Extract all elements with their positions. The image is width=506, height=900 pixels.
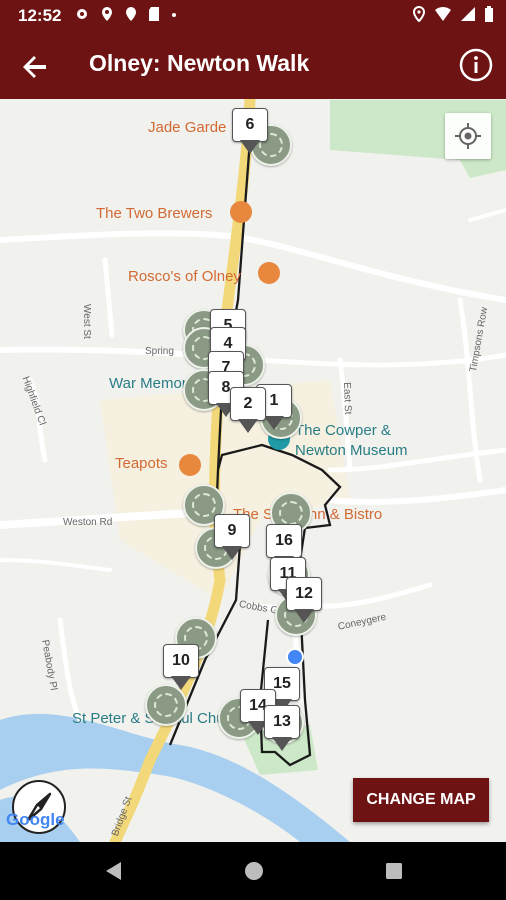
point-of-interest-badge[interactable] xyxy=(145,684,187,726)
status-left-icons xyxy=(74,6,178,22)
wifi-icon xyxy=(435,6,451,21)
marker-number: 6 xyxy=(232,108,268,142)
marker-pin xyxy=(171,676,191,690)
place-label[interactable]: The Two Brewers xyxy=(96,205,212,222)
street-label: East St xyxy=(341,382,354,415)
battery-icon xyxy=(485,6,493,22)
cafe-icon[interactable] xyxy=(258,262,280,284)
walk-stop-marker[interactable]: 10 xyxy=(163,644,199,690)
place-label[interactable]: Teapots xyxy=(115,455,168,472)
gear-icon xyxy=(77,9,87,19)
walk-stop-marker[interactable]: 9 xyxy=(214,514,250,560)
street-label: Spring xyxy=(145,346,174,357)
app-bar: Olney: Newton Walk xyxy=(0,32,506,99)
marker-pin xyxy=(222,546,242,560)
dot-icon xyxy=(172,13,176,17)
marker-number: 12 xyxy=(286,577,322,611)
nav-back-button[interactable] xyxy=(103,860,123,887)
map-view[interactable]: Jade Garde The Two Brewers Rosco's of Ol… xyxy=(0,99,506,842)
sd-card-icon xyxy=(149,7,159,21)
change-map-button[interactable]: CHANGE MAP xyxy=(353,778,489,822)
marker-number: 2 xyxy=(230,387,266,421)
status-right-icons xyxy=(412,6,494,22)
marker-pin xyxy=(240,140,260,154)
arrow-left-icon xyxy=(23,56,46,78)
marker-pin xyxy=(294,609,314,623)
marker-pin xyxy=(238,419,258,433)
street-label: West St xyxy=(81,304,92,339)
signal-icon xyxy=(461,7,475,21)
marker-pin xyxy=(272,737,292,751)
navigation-bar xyxy=(0,842,506,900)
walk-stop-marker[interactable]: 6 xyxy=(232,108,268,154)
place-label[interactable]: The Cowper & xyxy=(295,422,391,439)
nav-home-button[interactable] xyxy=(243,860,265,887)
street-label: Weston Rd xyxy=(63,517,113,528)
place-label[interactable]: Rosco's of Olney xyxy=(128,268,241,285)
bar-icon[interactable] xyxy=(230,201,252,223)
marker-pin xyxy=(264,416,284,430)
page-title: Olney: Newton Walk xyxy=(89,50,310,76)
my-location-button[interactable] xyxy=(445,113,491,159)
cafe-icon[interactable] xyxy=(179,454,201,476)
status-time: 12:52 xyxy=(18,6,62,25)
nav-home-icon xyxy=(245,862,263,880)
location-icon xyxy=(412,6,426,22)
my-location-icon xyxy=(455,123,481,149)
marker-number: 10 xyxy=(163,644,199,678)
back-button[interactable] xyxy=(18,48,54,84)
nav-back-icon xyxy=(106,862,121,880)
info-button[interactable] xyxy=(458,47,494,83)
nav-recents-button[interactable] xyxy=(384,860,404,887)
walk-stop-marker[interactable]: 13 xyxy=(264,705,300,751)
info-icon xyxy=(459,48,493,82)
place-label[interactable]: War Memor xyxy=(109,375,187,392)
place-label[interactable]: Newton Museum xyxy=(295,442,408,459)
walk-stop-marker[interactable]: 12 xyxy=(286,577,322,623)
walk-stop-marker[interactable]: 2 xyxy=(230,387,266,433)
nav-recents-icon xyxy=(386,863,402,879)
status-bar: 12:52 xyxy=(0,0,506,32)
current-location-dot xyxy=(286,648,304,666)
location-pin-icon xyxy=(102,7,112,21)
marker-number: 16 xyxy=(266,524,302,558)
place-label[interactable]: Jade Garde xyxy=(148,119,226,136)
google-logo: Google xyxy=(6,810,65,829)
marker-number: 13 xyxy=(264,705,300,739)
map-pin-icon xyxy=(126,7,136,21)
marker-number: 9 xyxy=(214,514,250,548)
